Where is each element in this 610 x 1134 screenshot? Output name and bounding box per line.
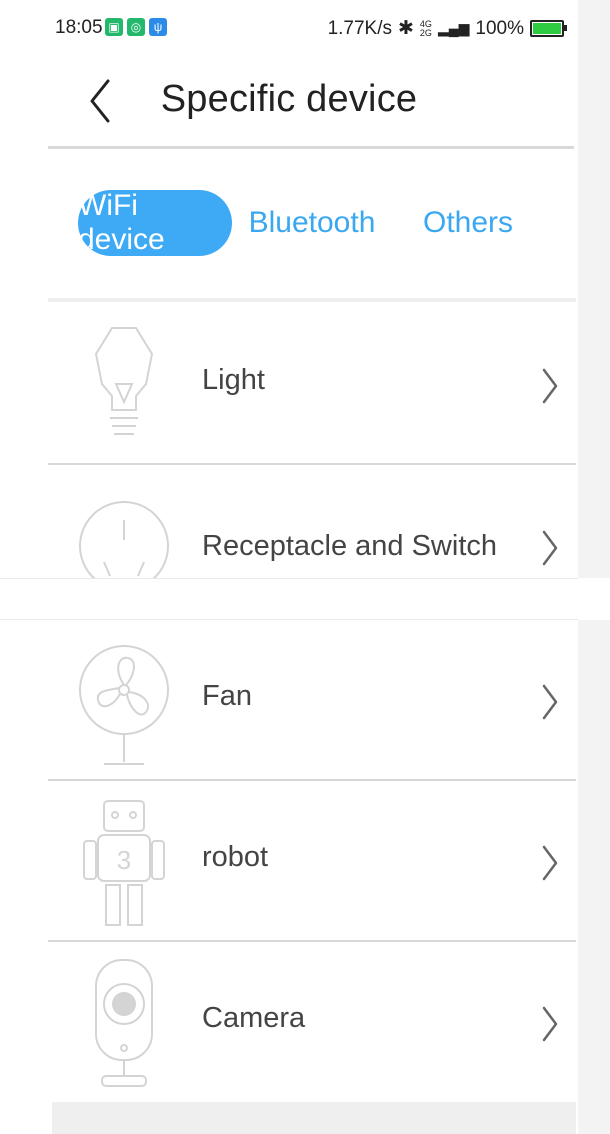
list-item-label: Fan	[202, 680, 252, 712]
list-item-light[interactable]: Light	[48, 304, 576, 464]
robot-badge: 3	[117, 845, 131, 875]
chevron-right-icon	[542, 530, 558, 566]
fan-icon	[79, 645, 169, 765]
chevron-right-icon	[542, 368, 558, 404]
socket-icon	[79, 501, 169, 578]
chevron-right-icon	[542, 684, 558, 720]
signal-icon: 4G 2G	[419, 19, 432, 38]
status-time: 18:05	[55, 17, 103, 38]
tab-bluetooth[interactable]: Bluetooth	[248, 190, 376, 256]
list-item-label: Light	[202, 364, 265, 396]
scroll-gap	[0, 578, 610, 620]
list-item-label: Receptacle and Switch	[202, 530, 497, 562]
notification-icons: ▣ ◎ ψ	[105, 18, 167, 36]
network-type-bottom: 2G	[419, 27, 432, 38]
battery-icon	[530, 20, 567, 37]
camera-icon	[95, 959, 153, 1087]
tab-wifi-device[interactable]: WiFi device	[78, 189, 232, 256]
status-right: 1.77K/s ✱ 4G 2G ▂▄▆ 100%	[327, 17, 567, 40]
header: Specific device	[0, 58, 578, 150]
chevron-right-icon	[542, 1006, 558, 1042]
light-bulb-icon	[94, 327, 154, 435]
list-item-label: Camera	[202, 1002, 306, 1034]
device-type-tabs: WiFi device Bluetooth Others	[78, 189, 548, 256]
tabs-divider	[48, 298, 576, 302]
usb-notification-icon: ψ	[149, 18, 167, 36]
bluetooth-icon: ✱	[398, 18, 414, 39]
row-divider	[48, 463, 576, 465]
list-footer	[52, 1102, 576, 1134]
hotspot-notification-icon: ◎	[127, 18, 145, 36]
list-item-label: robot	[202, 841, 269, 873]
header-divider	[48, 146, 574, 149]
tab-others[interactable]: Others	[418, 190, 518, 256]
list-item-receptacle-switch[interactable]: Receptacle and Switch	[48, 466, 576, 578]
signal-bars-icon: ▂▄▆	[437, 20, 470, 36]
list-item-camera[interactable]: Camera	[48, 942, 576, 1102]
robot-icon: 3	[83, 800, 165, 926]
network-speed: 1.77K/s	[327, 17, 392, 39]
divider	[0, 578, 578, 579]
gallery-notification-icon: ▣	[105, 18, 123, 36]
page-title: Specific device	[160, 78, 418, 120]
status-bar: 18:05 ▣ ◎ ψ 1.77K/s ✱ 4G 2G ▂▄▆ 100%	[0, 0, 578, 58]
list-item-robot[interactable]: 3 robot	[48, 781, 576, 941]
list-item-fan[interactable]: Fan	[48, 620, 576, 780]
battery-percent: 100%	[475, 17, 524, 39]
chevron-right-icon	[542, 845, 558, 881]
